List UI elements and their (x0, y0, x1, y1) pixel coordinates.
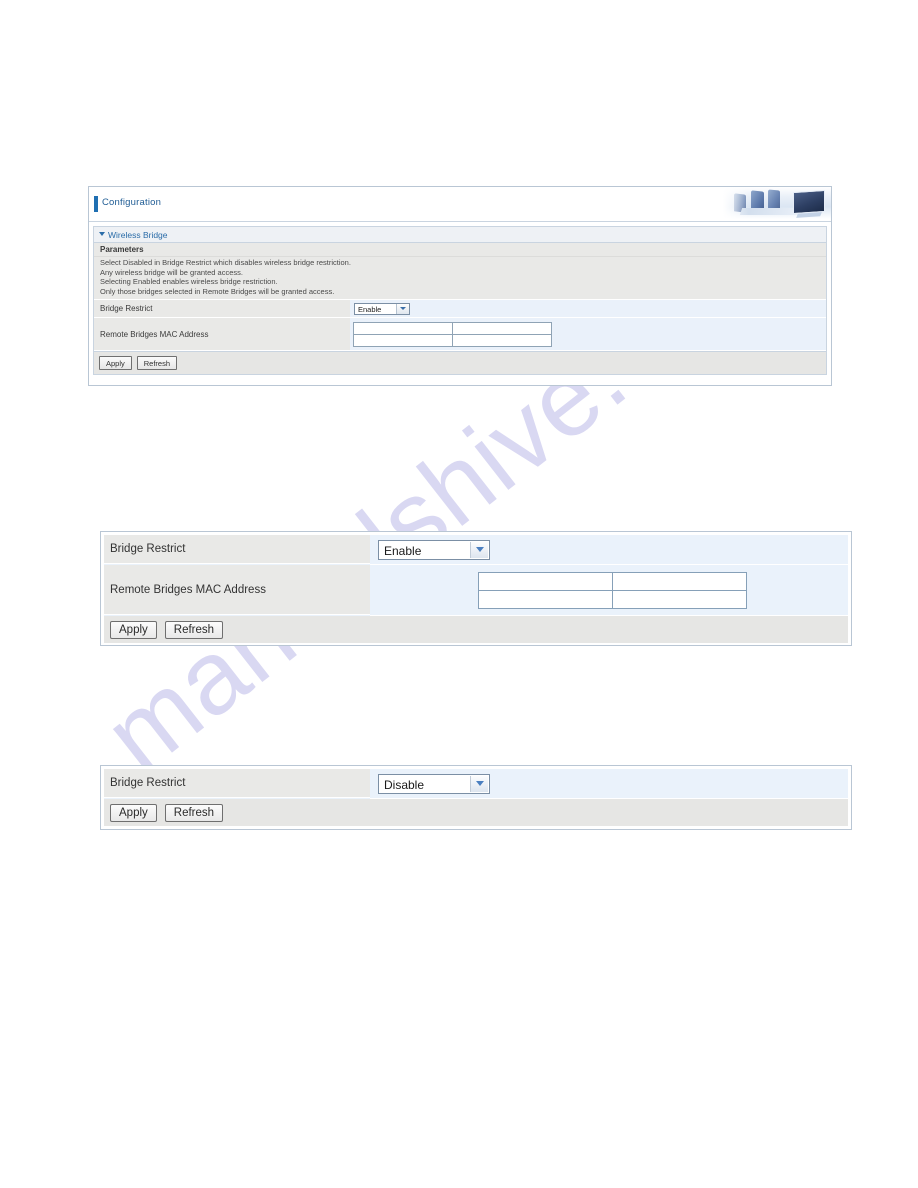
apply-button[interactable]: Apply (110, 620, 157, 639)
banner-fade (723, 187, 749, 219)
label-bridge-restrict: Bridge Restrict (94, 300, 350, 317)
label-bridge-restrict: Bridge Restrict (104, 535, 370, 564)
value-cell: Enable (350, 300, 826, 317)
figure-wireless-bridge-full-page: Configuration Wireless Bridge Parameters… (88, 186, 832, 386)
description-line: Only those bridges selected in Remote Br… (100, 286, 335, 296)
value-cell: Enable (370, 535, 848, 565)
figure-bridge-restrict-enable: Bridge Restrict Enable Remote Bridges MA… (100, 531, 852, 646)
section-header-wireless-bridge[interactable]: Wireless Bridge (93, 226, 827, 242)
parameters-description: Select Disabled in Bridge Restrict which… (94, 257, 826, 300)
label-remote-bridges-mac-address: Remote Bridges MAC Address (104, 565, 370, 615)
description-line: Selecting Enabled enables wireless bridg… (100, 277, 278, 286)
wireless-bridge-panel: Parameters Select Disabled in Bridge Res… (93, 242, 827, 352)
value-cell (350, 318, 826, 350)
page-title: Configuration (102, 197, 162, 208)
apply-button[interactable]: Apply (99, 356, 132, 370)
description-line: Any wireless bridge will be granted acce… (100, 267, 243, 277)
button-bar: Apply Refresh (93, 352, 827, 375)
mac-address-grid (353, 322, 552, 347)
mac-input-4[interactable] (452, 334, 552, 347)
bridge-restrict-selected-value: Enable (384, 543, 422, 558)
button-bar: Apply Refresh (104, 799, 848, 826)
chevron-down-icon[interactable] (470, 775, 488, 792)
bridge-restrict-select[interactable]: Enable (378, 539, 490, 560)
mac-address-grid (478, 572, 747, 609)
refresh-button[interactable]: Refresh (164, 803, 224, 822)
chevron-down-icon (99, 232, 105, 236)
label-remote-bridges-mac-address: Remote Bridges MAC Address (94, 318, 350, 350)
table-row-remote-bridges-mac: Remote Bridges MAC Address (94, 318, 826, 351)
mac-input-4[interactable] (612, 590, 747, 609)
label-bridge-restrict: Bridge Restrict (104, 769, 370, 798)
description-line: Select Disabled in Bridge Restrict which… (100, 258, 351, 267)
table-row-bridge-restrict: Bridge Restrict Disable (104, 769, 848, 799)
bridge-restrict-select[interactable]: Enable (354, 302, 410, 315)
bridge-restrict-select[interactable]: Disable (378, 773, 490, 794)
page-header: Configuration (89, 187, 831, 222)
button-bar: Apply Refresh (104, 616, 848, 643)
value-cell (370, 565, 848, 616)
mac-input-3[interactable] (353, 334, 453, 347)
apply-button[interactable]: Apply (110, 803, 157, 822)
monitor-icon (793, 189, 825, 215)
chevron-down-icon[interactable] (470, 541, 488, 558)
refresh-button[interactable]: Refresh (164, 620, 224, 639)
mac-input-3[interactable] (478, 590, 613, 609)
table-row-bridge-restrict: Bridge Restrict Enable (94, 300, 826, 318)
chevron-down-icon[interactable] (396, 303, 409, 314)
mac-input-1[interactable] (478, 572, 613, 591)
section-title: Wireless Bridge (108, 229, 168, 240)
value-cell: Disable (370, 769, 848, 799)
bridge-restrict-selected-value: Disable (384, 777, 425, 792)
header-accent-bar (94, 196, 98, 212)
table-row-bridge-restrict: Bridge Restrict Enable (104, 535, 848, 565)
mac-input-2[interactable] (612, 572, 747, 591)
refresh-button[interactable]: Refresh (136, 356, 178, 370)
office-workstation-banner-icon (723, 187, 831, 219)
table-row-remote-bridges-mac: Remote Bridges MAC Address (104, 565, 848, 616)
bridge-restrict-selected-value: Enable (358, 304, 382, 314)
figure-bridge-restrict-disable: Bridge Restrict Disable Apply Refresh (100, 765, 852, 830)
parameters-header: Parameters (94, 243, 826, 257)
